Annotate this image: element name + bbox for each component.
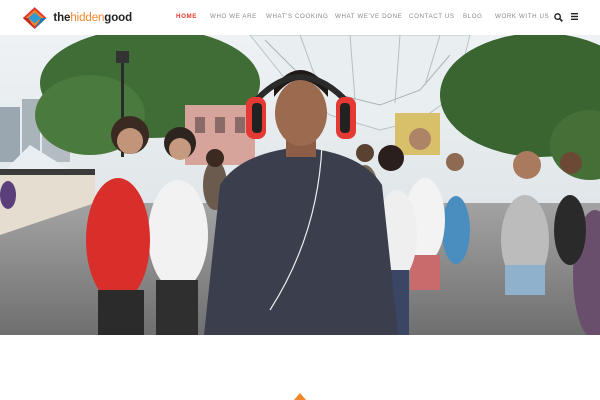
search-icon[interactable] bbox=[554, 13, 563, 22]
site-header: thehiddengood HOME WHO WE ARE WHAT'S COO… bbox=[0, 0, 600, 35]
hero-banner-image bbox=[0, 35, 600, 335]
main-nav: HOME WHO WE ARE WHAT'S COOKING WHAT WE'V… bbox=[0, 0, 600, 35]
nav-item-work-with-us[interactable]: WORK WITH US bbox=[495, 13, 549, 20]
hero-photo bbox=[0, 35, 600, 335]
nav-item-contact-us[interactable]: CONTACT US bbox=[409, 13, 455, 20]
chevron-up-icon bbox=[294, 393, 306, 400]
nav-item-what-weve-done[interactable]: WHAT WE'VE DONE bbox=[335, 13, 402, 20]
menu-icon[interactable] bbox=[571, 13, 578, 20]
nav-item-blog[interactable]: BLOG bbox=[463, 13, 483, 20]
nav-item-who-we-are[interactable]: WHO WE ARE bbox=[210, 13, 257, 20]
content-section bbox=[0, 335, 600, 400]
nav-item-home[interactable]: HOME bbox=[176, 13, 197, 20]
nav-item-whats-cooking[interactable]: WHAT'S COOKING bbox=[266, 13, 328, 20]
